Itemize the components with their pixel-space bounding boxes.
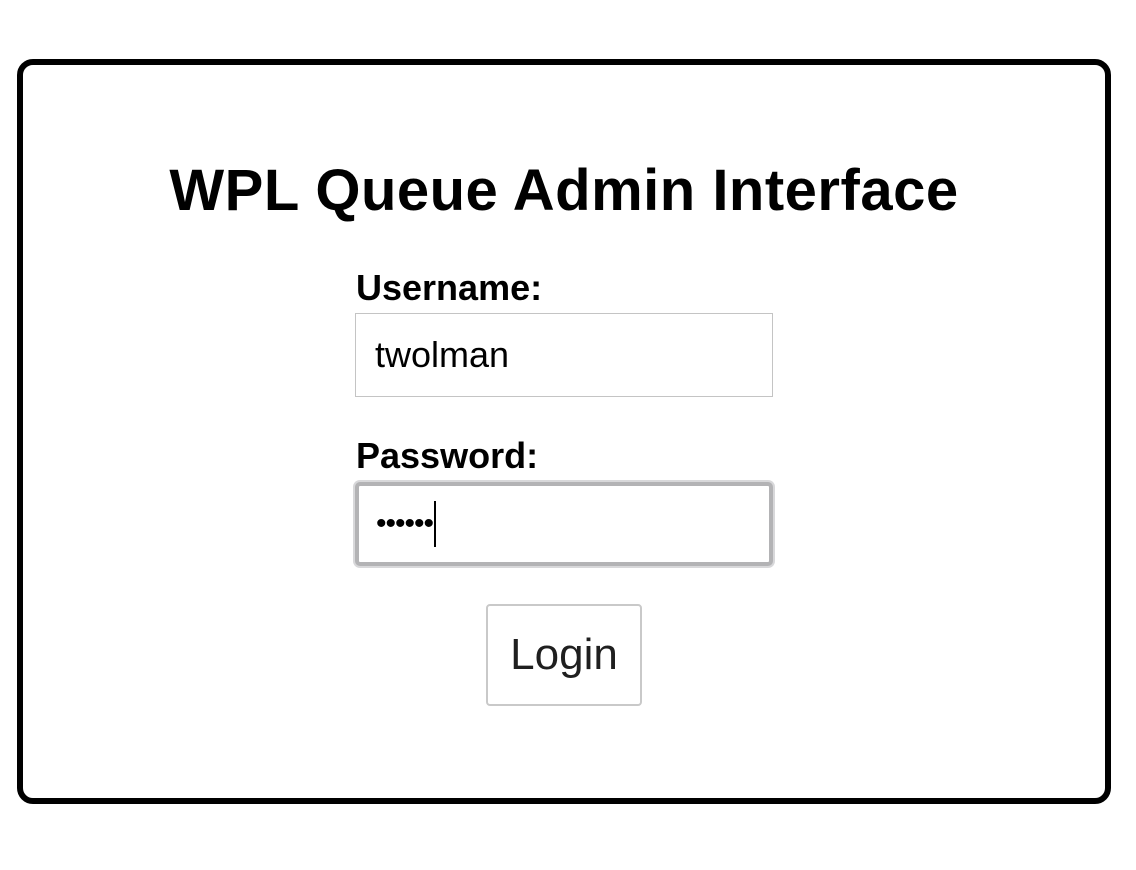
- username-label: Username:: [356, 267, 543, 308]
- password-masked-value: ••••••: [376, 507, 434, 540]
- username-input[interactable]: twolman: [355, 313, 773, 397]
- password-label: Password:: [356, 435, 539, 476]
- username-value: twolman: [375, 334, 510, 375]
- page-title: WPL Queue Admin Interface: [169, 158, 959, 223]
- text-caret: [434, 501, 437, 547]
- password-input[interactable]: ••••••: [355, 482, 773, 566]
- login-button[interactable]: Login: [486, 604, 642, 706]
